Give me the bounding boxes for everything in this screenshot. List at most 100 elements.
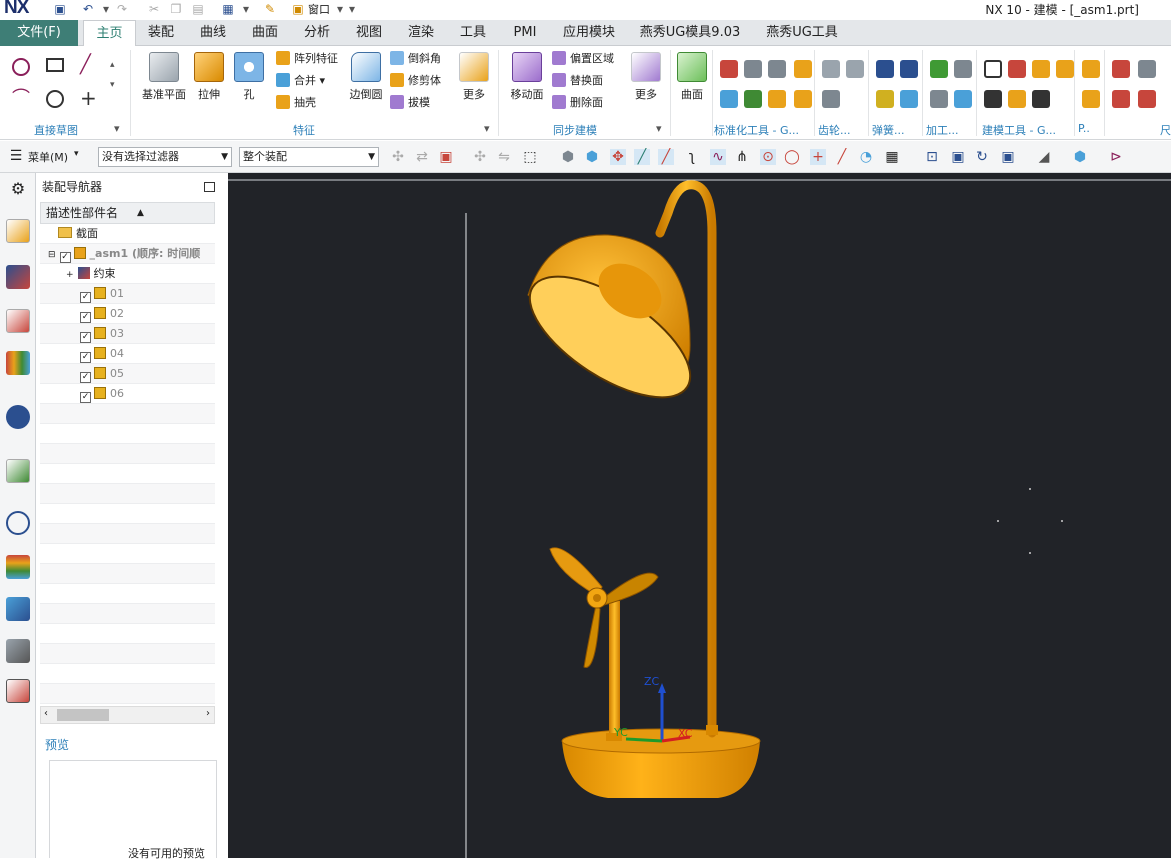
tab-home[interactable]: 主页 (83, 20, 136, 47)
build-tool-6-icon[interactable] (1008, 90, 1026, 108)
visibility-checkbox[interactable]: ✓ (80, 372, 91, 383)
expand-icon[interactable]: + (66, 270, 74, 280)
tree-row-component[interactable]: ✓ 02 (40, 304, 215, 324)
menu-icon[interactable]: ☰ (8, 148, 24, 164)
manufacturing-wizard-icon[interactable] (6, 639, 30, 663)
tab-yanxiu-tools[interactable]: 燕秀UG工具 (758, 20, 846, 46)
chamfer-button[interactable]: 倒斜角 (390, 50, 441, 68)
std-tool-4-icon[interactable] (794, 60, 812, 78)
filter-tool-5-icon[interactable]: ⇋ (496, 149, 512, 165)
scrollbar-thumb[interactable] (57, 709, 109, 721)
orient-view-icon[interactable]: ▣ (1000, 149, 1016, 165)
render-style-icon[interactable]: ◢ (1036, 149, 1052, 165)
collapse-icon[interactable]: ⊟ (48, 250, 56, 260)
tab-assembly[interactable]: 装配 (138, 20, 184, 46)
customize-qat-icon[interactable]: ▾ (344, 1, 360, 17)
visibility-checkbox[interactable]: ✓ (80, 292, 91, 303)
extrude-button[interactable]: 拉伸 (192, 52, 226, 102)
edge-blend-button[interactable]: 边倒圆 (344, 52, 388, 102)
constraint-navigator-icon[interactable] (6, 265, 30, 289)
offset-region-button[interactable]: 偏置区域 (552, 50, 614, 68)
spring-tool-1-icon[interactable] (876, 60, 894, 78)
tab-curve[interactable]: 曲线 (190, 20, 236, 46)
p-tool-2-icon[interactable] (1082, 90, 1100, 108)
more-feature-button[interactable]: 更多 (456, 52, 492, 102)
menu-dropdown-icon[interactable]: ▾ (74, 149, 79, 159)
edit-section-icon[interactable]: ⊳ (1108, 149, 1124, 165)
tab-yanxiu-mold[interactable]: 燕秀UG模具9.03 (630, 20, 750, 46)
snap-intersect-icon[interactable]: ⋔ (734, 149, 750, 165)
touch-mode-icon[interactable]: ✎ (262, 1, 278, 17)
std-tool-1-icon[interactable] (720, 60, 738, 78)
shell-button[interactable]: 抽壳 (276, 94, 316, 112)
size-tool-3-icon[interactable] (1112, 90, 1130, 108)
snap-mid-icon[interactable]: ╱ (658, 149, 674, 165)
maximize-icon[interactable] (204, 182, 215, 192)
filter-tool-1-icon[interactable]: ✣ (390, 149, 406, 165)
snap-end-icon[interactable]: ╱ (634, 149, 650, 165)
tree-row-component[interactable]: ✓ 03 (40, 324, 215, 344)
more-sync-button[interactable]: 更多 (628, 52, 664, 102)
build-tool-2-icon[interactable] (1008, 60, 1026, 78)
cut-icon[interactable]: ✂ (146, 1, 162, 17)
build-tool-5-icon[interactable] (984, 90, 1002, 108)
snap-control-icon[interactable]: ∿ (710, 149, 726, 165)
work-layer-icon[interactable]: ⬢ (1072, 149, 1088, 165)
settings-gear-icon[interactable]: ⚙ (6, 177, 30, 201)
desk-lamp-model[interactable] (511, 180, 1063, 798)
selection-scope-dropdown[interactable]: 整个装配 ▼ (239, 147, 379, 167)
part-navigator-icon[interactable] (6, 309, 30, 333)
tab-tools[interactable]: 工具 (450, 20, 496, 46)
std-tool-7-icon[interactable] (768, 90, 786, 108)
point-icon[interactable]: + (80, 88, 98, 108)
trim-body-button[interactable]: 修剪体 (390, 72, 441, 90)
web-browser-icon[interactable] (6, 459, 30, 483)
line-icon[interactable]: ╱ (80, 56, 98, 74)
build-tool-7-icon[interactable] (1032, 90, 1050, 108)
undo-icon[interactable]: ↶ (80, 1, 96, 17)
scroll-left-icon[interactable]: ‹ (44, 708, 48, 719)
menu-button[interactable]: 菜单(M) (28, 149, 68, 165)
tab-pmi[interactable]: PMI (502, 20, 548, 46)
copy-icon[interactable]: ❐ (168, 1, 184, 17)
process-studio-icon[interactable] (6, 597, 30, 621)
snap-face-icon[interactable]: ◔ (858, 149, 874, 165)
machining-tool-4-icon[interactable] (954, 90, 972, 108)
hole-button[interactable]: 孔 (232, 52, 266, 102)
gear-tool-3-icon[interactable] (822, 90, 840, 108)
repeat-dropdown-icon[interactable]: ▾ (238, 1, 254, 17)
arc-icon[interactable]: ⌒ (12, 90, 30, 108)
rectangle-icon[interactable] (46, 58, 64, 72)
filter-tool-3-icon[interactable]: ▣ (438, 149, 454, 165)
sketch-scroll-down-icon[interactable]: ▾ (110, 80, 128, 98)
datum-plane-button[interactable]: 基准平面 (136, 52, 192, 102)
roles-icon[interactable] (6, 679, 30, 703)
window-icon[interactable]: ▣ (290, 1, 306, 17)
size-tool-1-icon[interactable] (1112, 60, 1130, 78)
fan-post[interactable] (609, 601, 620, 741)
selection-filter-dropdown[interactable]: 没有选择过滤器 ▼ (98, 147, 232, 167)
snap-existing-icon[interactable]: + (810, 149, 826, 165)
snap-curve-icon[interactable]: ʅ (684, 149, 700, 165)
snap-bounded-icon[interactable]: ▦ (884, 149, 900, 165)
tree-row-section[interactable]: 截面 (40, 224, 215, 244)
fan-blade-2[interactable] (601, 572, 659, 606)
tree-row-component[interactable]: ✓ 06 (40, 384, 215, 404)
std-tool-6-icon[interactable] (744, 90, 762, 108)
snap-point-icon[interactable]: ✥ (610, 149, 626, 165)
sketch-scroll-up-icon[interactable]: ▴ (110, 60, 128, 78)
info-icon[interactable] (6, 405, 30, 429)
snap-on-curve-icon[interactable]: ╱ (834, 149, 850, 165)
circle-icon[interactable] (46, 90, 64, 108)
scroll-right-icon[interactable]: › (206, 708, 210, 719)
model-view[interactable]: ZC YC XC (228, 173, 1171, 858)
system-materials-icon[interactable] (6, 555, 30, 579)
tree-row-constraints[interactable]: + 约束 (40, 264, 215, 284)
gear-tool-1-icon[interactable] (822, 60, 840, 78)
delete-face-button[interactable]: 删除面 (552, 94, 603, 112)
snap-quadrant-icon[interactable]: ◯ (784, 149, 800, 165)
tree-row-component[interactable]: ✓ 01 (40, 284, 215, 304)
horizontal-scrollbar[interactable]: ‹ › (40, 706, 215, 724)
feature-group-menu-icon[interactable]: ▾ (484, 122, 490, 135)
sketch-group-menu-icon[interactable]: ▾ (114, 122, 120, 135)
